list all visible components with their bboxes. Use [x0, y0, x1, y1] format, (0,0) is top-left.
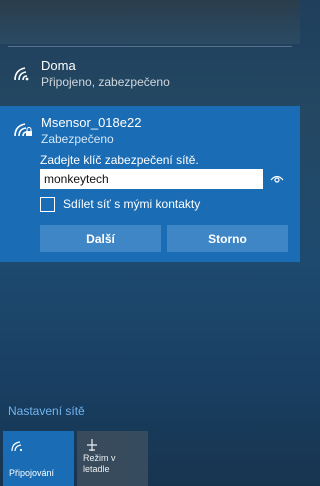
network-settings-link[interactable]: Nastavení sítě [8, 404, 85, 418]
cancel-button[interactable]: Storno [167, 225, 288, 252]
top-background [0, 0, 300, 44]
next-button[interactable]: Další [40, 225, 161, 252]
quick-action-airplane[interactable]: Režim v letadle [77, 431, 148, 486]
network-item-doma[interactable]: Doma Připojeno, zabezpečeno [0, 52, 300, 96]
network-status: Zabezpečeno [41, 132, 114, 146]
network-item-msensor[interactable]: Msensor_018e22 Zabezpečeno Zadejte klíč … [0, 106, 300, 262]
eye-icon[interactable] [266, 169, 288, 189]
airplane-icon [84, 438, 100, 452]
quick-action-label: Režim v letadle [83, 453, 116, 474]
network-status: Připojeno, zabezpečeno [41, 75, 170, 89]
divider [8, 46, 292, 47]
share-label: Sdílet síť s mými kontakty [63, 197, 201, 211]
share-checkbox[interactable] [40, 197, 55, 212]
wifi-icon [10, 438, 26, 452]
quick-action-connect[interactable]: Připojování [3, 431, 74, 486]
security-key-label: Zadejte klíč zabezpečení sítě. [40, 153, 199, 167]
network-name: Msensor_018e22 [41, 115, 142, 130]
wifi-secured-icon [12, 119, 34, 137]
quick-action-label: Připojování [9, 468, 55, 478]
wifi-icon [12, 63, 34, 81]
network-name: Doma [41, 58, 76, 73]
security-key-input[interactable] [40, 169, 263, 189]
